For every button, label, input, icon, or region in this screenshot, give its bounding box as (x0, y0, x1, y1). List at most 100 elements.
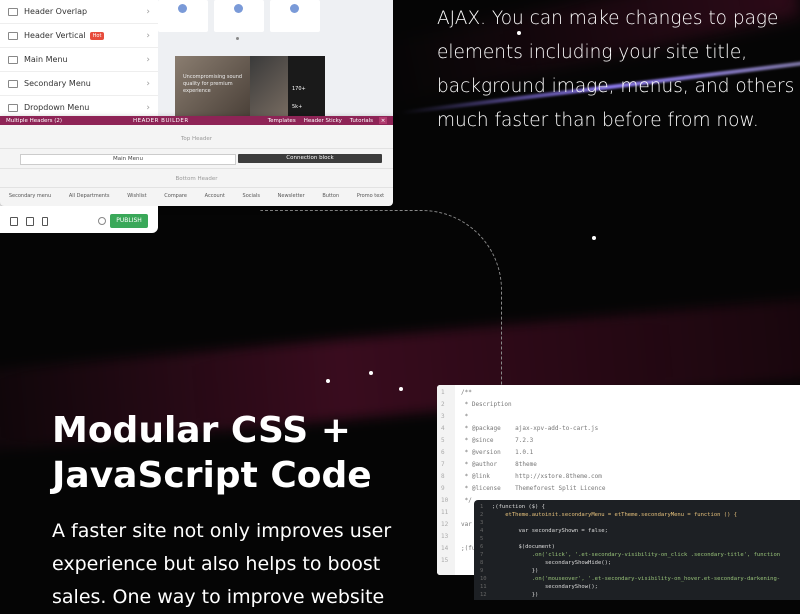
sidebar-item-label: Header Vertical (24, 31, 86, 40)
line-number: 12 (441, 521, 449, 528)
element-button[interactable]: Button (322, 193, 339, 199)
publish-button[interactable]: PUBLISH (110, 214, 148, 228)
feature-card (158, 0, 208, 32)
sidebar-item-label: Secondary Menu (24, 79, 91, 88)
line-number: 8 (441, 473, 445, 480)
element-promo-text[interactable]: Promo text (357, 193, 384, 199)
line-number: 7 (480, 552, 484, 558)
gear-icon[interactable] (98, 217, 106, 225)
line-number: 5 (480, 536, 484, 542)
line-number: 11 (480, 584, 487, 590)
customizer-footer: PUBLISH (0, 206, 158, 233)
section-body: A faster site not only improves user exp… (52, 520, 392, 608)
line-number: 11 (441, 509, 449, 516)
hot-badge: Hot (89, 31, 105, 40)
code-line: ;(function ($) { (492, 504, 545, 510)
dashed-connector (260, 210, 502, 387)
code-line: /** (461, 389, 472, 396)
code-line: secondaryShowHide(); (492, 560, 612, 566)
header-sticky-link[interactable]: Header Sticky (304, 118, 342, 124)
menu-icon (8, 79, 18, 88)
close-icon[interactable]: × (379, 117, 387, 124)
feature-icon (234, 4, 243, 13)
element-wishlist[interactable]: Wishlist (127, 193, 146, 199)
line-number: 8 (480, 560, 484, 566)
header-builder-panel: Multiple Headers (2) HEADER BUILDER Temp… (0, 116, 393, 206)
sidebar-item-label: Dropdown Menu (24, 103, 90, 112)
decor-dot (592, 236, 596, 240)
line-number: 9 (480, 568, 484, 574)
line-number: 1 (441, 389, 445, 396)
tablet-icon[interactable] (26, 217, 34, 226)
line-number: 2 (480, 512, 484, 518)
main-menu-element[interactable]: Main Menu (20, 154, 236, 165)
line-number: 3 (441, 413, 445, 420)
sidebar-item-header-overlap[interactable]: Header Overlap › (0, 0, 158, 24)
code-line: }) (492, 568, 539, 574)
menu-icon (8, 55, 18, 64)
line-number: 10 (480, 576, 487, 582)
line-number: 1 (480, 504, 484, 510)
line-number: 9 (441, 485, 445, 492)
code-line: * @license Themeforest Split Licence (461, 485, 606, 492)
feature-card (214, 0, 264, 32)
hero-text: Uncompromising sound quality for premium… (183, 74, 243, 94)
bottom-header-zone[interactable]: Bottom Header (0, 176, 393, 182)
element-account[interactable]: Account (205, 193, 225, 199)
decor-dot (326, 379, 330, 383)
elements-bar: Secondary menu All Departments Wishlist … (0, 191, 393, 200)
slider-dot[interactable] (236, 37, 239, 40)
code-line: * @package ajax-xpv-add-to-cart.js (461, 425, 599, 432)
feature-icon (178, 4, 187, 13)
chevron-right-icon: › (146, 30, 150, 41)
row-divider (0, 148, 393, 149)
chevron-right-icon: › (146, 78, 150, 89)
element-secondary-menu[interactable]: Secondary menu (9, 193, 51, 199)
code-line: .on('click', '.et-secondary-visibility-o… (492, 552, 781, 558)
chevron-right-icon: › (146, 102, 150, 113)
row-divider (0, 168, 393, 169)
sidebar-item-header-vertical[interactable]: Header Vertical Hot › (0, 24, 158, 48)
line-number: 14 (441, 545, 449, 552)
templates-link[interactable]: Templates (268, 118, 296, 124)
element-compare[interactable]: Compare (164, 193, 187, 199)
element-newsletter[interactable]: Newsletter (278, 193, 305, 199)
code-line: */ (461, 497, 472, 504)
header-select[interactable]: Multiple Headers (2) (6, 118, 62, 124)
stat-value: 5k+ (292, 104, 303, 110)
line-number: 7 (441, 461, 445, 468)
line-number: 10 (441, 497, 449, 504)
line-number: 3 (480, 520, 484, 526)
sidebar-item-secondary-menu[interactable]: Secondary Menu › (0, 72, 158, 96)
builder-toolbar: Multiple Headers (2) HEADER BUILDER Temp… (0, 116, 393, 125)
tutorials-link[interactable]: Tutorials (350, 118, 373, 124)
builder-title: HEADER BUILDER (133, 117, 189, 124)
layout-icon (8, 31, 18, 40)
code-line: var secondaryShown = false; (492, 528, 608, 534)
desktop-icon[interactable] (10, 217, 18, 226)
code-line: $(document) (492, 544, 555, 550)
code-line: * @since 7.2.3 (461, 437, 534, 444)
layout-icon (8, 7, 18, 16)
element-all-departments[interactable]: All Departments (69, 193, 110, 199)
mobile-icon[interactable] (42, 217, 48, 226)
feature-icon (290, 4, 299, 13)
menu-icon (8, 103, 18, 112)
code-line: * @version 1.0.1 (461, 449, 534, 456)
connection-block-element[interactable]: Connection block (238, 154, 382, 163)
code-line: * @author 8theme (461, 461, 537, 468)
code-line: * Description (461, 401, 512, 408)
code-line: }) (492, 592, 539, 598)
site-preview: Uncompromising sound quality for premium… (158, 0, 393, 118)
sidebar-item-main-menu[interactable]: Main Menu › (0, 48, 158, 72)
code-line: etTheme.autoinit.secondaryMenu = etTheme… (492, 512, 738, 518)
line-number: 5 (441, 437, 445, 444)
element-socials[interactable]: Socials (243, 193, 260, 199)
top-header-zone[interactable]: Top Header (0, 136, 393, 142)
code-line: * @link http://xstore.8theme.com (461, 473, 602, 480)
code-line: .on('mouseover', '.et-secondary-visibili… (492, 576, 781, 582)
line-number: 6 (441, 449, 445, 456)
feature-paragraph: AJAX. You can make changes to page eleme… (437, 8, 795, 131)
line-number: 2 (441, 401, 445, 408)
row-divider (0, 187, 393, 188)
